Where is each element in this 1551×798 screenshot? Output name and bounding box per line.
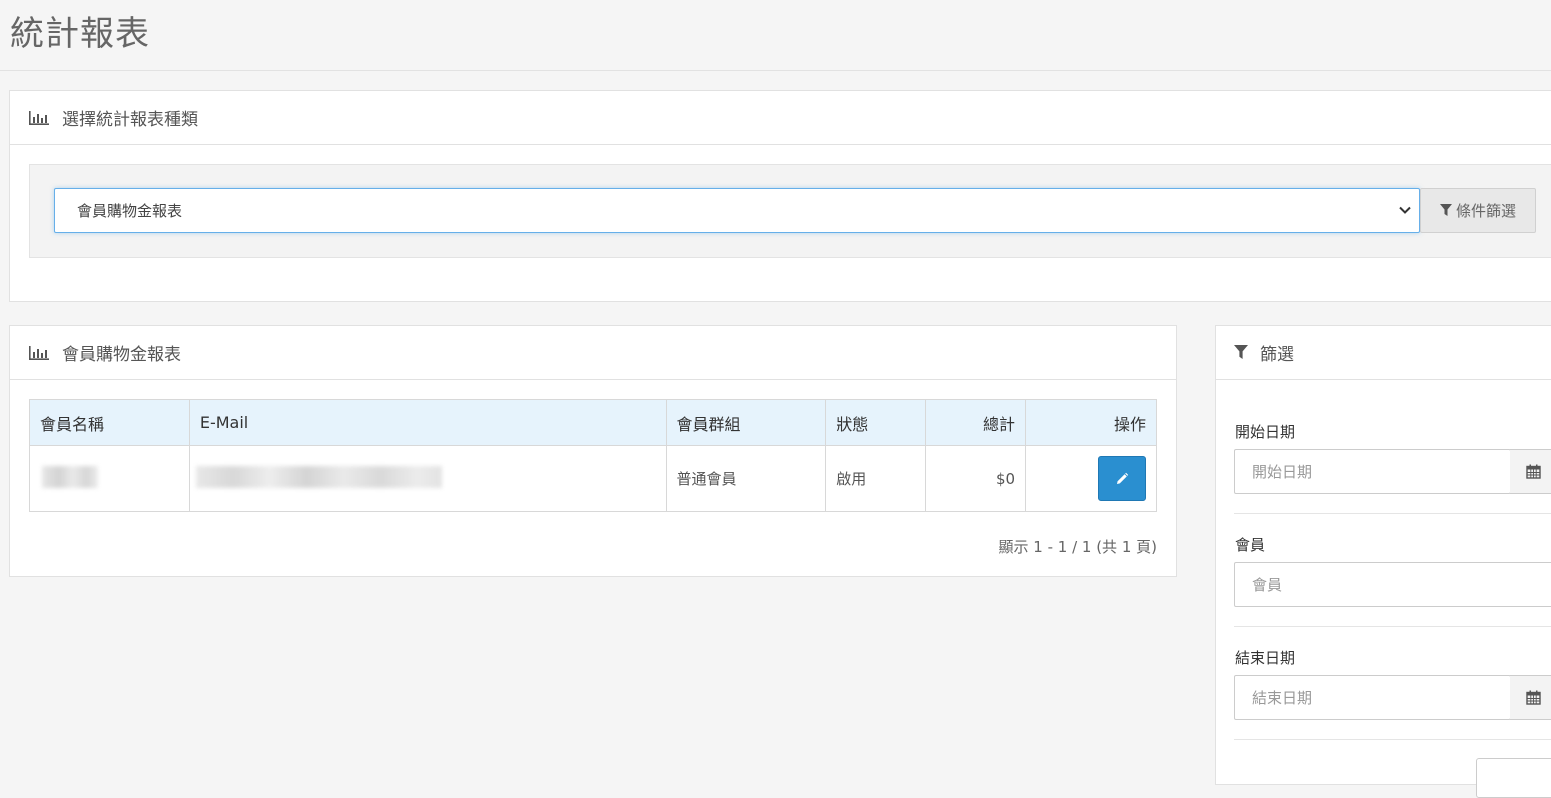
divider xyxy=(1234,626,1551,627)
report-type-panel-title: 選擇統計報表種類 xyxy=(62,110,198,130)
bar-chart-icon xyxy=(29,345,49,360)
report-type-panel-heading: 選擇統計報表種類 xyxy=(10,91,1551,145)
pencil-icon xyxy=(1117,472,1129,484)
calendar-icon xyxy=(1526,464,1541,479)
pagination-info: 顯示 1 - 1 / 1 (共 1 頁) xyxy=(998,538,1158,556)
start-date-calendar-button[interactable] xyxy=(1510,449,1551,494)
page-title: 統計報表 xyxy=(10,14,150,54)
end-date-input[interactable]: 結束日期 xyxy=(1234,675,1511,720)
member-input[interactable]: 會員 xyxy=(1234,562,1551,607)
filter-submit-button[interactable] xyxy=(1476,758,1551,798)
filter-panel: 篩選 開始日期 開始日期 會員 會員 結束日期 結束日期 xyxy=(1215,325,1551,798)
column-header-name[interactable]: 會員名稱 xyxy=(29,399,190,446)
report-type-panel: 選擇統計報表種類 會員購物金報表 條件篩選 xyxy=(9,90,1551,302)
member-placeholder: 會員 xyxy=(1252,576,1283,594)
report-panel-heading: 會員購物金報表 xyxy=(10,326,1176,380)
start-date-placeholder: 開始日期 xyxy=(1252,463,1313,481)
divider xyxy=(1234,513,1551,514)
filter-icon xyxy=(1234,345,1248,359)
report-table: 會員名稱 E-Mail 會員群組 狀態 總計 操作 普通會員 啟用 $0 xyxy=(29,399,1157,512)
edit-button[interactable] xyxy=(1098,456,1146,501)
cell-email xyxy=(188,445,667,512)
column-header-email[interactable]: E-Mail xyxy=(188,399,667,446)
cell-action xyxy=(1025,445,1157,512)
member-label: 會員 xyxy=(1235,536,1266,554)
column-header-group[interactable]: 會員群組 xyxy=(665,399,827,446)
table-header-row: 會員名稱 E-Mail 會員群組 狀態 總計 操作 xyxy=(29,399,1157,446)
divider xyxy=(1234,739,1551,740)
cell-group: 普通會員 xyxy=(665,445,827,512)
report-type-select[interactable]: 會員購物金報表 xyxy=(54,188,1420,233)
column-header-total[interactable]: 總計 xyxy=(925,399,1027,446)
calendar-icon xyxy=(1526,690,1541,705)
column-header-status[interactable]: 狀態 xyxy=(825,399,927,446)
report-type-well: 會員購物金報表 條件篩選 xyxy=(29,164,1551,258)
end-date-placeholder: 結束日期 xyxy=(1252,689,1313,707)
filter-panel-title: 篩選 xyxy=(1260,345,1294,365)
report-panel: 會員購物金報表 會員名稱 E-Mail 會員群組 狀態 總計 操作 普通會員 啟… xyxy=(9,325,1177,577)
filter-conditions-button[interactable]: 條件篩選 xyxy=(1420,188,1536,233)
cell-total: $0 xyxy=(925,445,1027,512)
end-date-label: 結束日期 xyxy=(1235,649,1296,667)
column-header-action: 操作 xyxy=(1025,399,1157,446)
start-date-input[interactable]: 開始日期 xyxy=(1234,449,1511,494)
end-date-calendar-button[interactable] xyxy=(1510,675,1551,720)
filter-icon xyxy=(1439,204,1452,216)
cell-status: 啟用 xyxy=(825,445,927,512)
redacted-member-name xyxy=(42,465,98,488)
filter-panel-heading: 篩選 xyxy=(1216,326,1551,380)
redacted-email xyxy=(195,465,442,488)
cell-member-name xyxy=(29,445,190,512)
table-row: 普通會員 啟用 $0 xyxy=(29,445,1157,512)
report-type-selected-value: 會員購物金報表 xyxy=(77,202,183,220)
chevron-down-icon xyxy=(1399,206,1411,214)
page-header: 統計報表 xyxy=(0,0,1551,71)
report-panel-title: 會員購物金報表 xyxy=(62,345,181,365)
bar-chart-icon xyxy=(29,110,49,125)
filter-conditions-label: 條件篩選 xyxy=(1455,202,1516,220)
start-date-label: 開始日期 xyxy=(1235,423,1296,441)
